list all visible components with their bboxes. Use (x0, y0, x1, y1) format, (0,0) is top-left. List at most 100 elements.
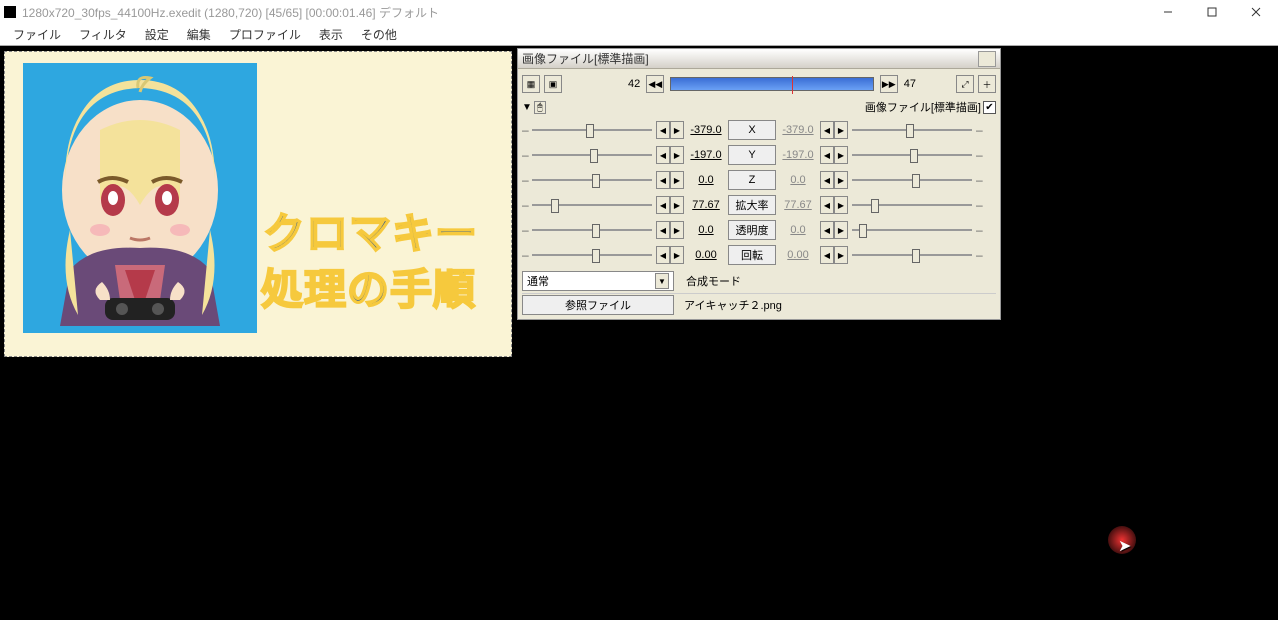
dialog-close-icon[interactable] (978, 51, 996, 67)
close-button[interactable] (1234, 0, 1278, 24)
slider-right-Y[interactable] (852, 146, 972, 164)
dash-icon: – (976, 148, 982, 162)
param-row-Y: –◀▶-197.0Y-197.0◀▶– (522, 143, 996, 167)
dash-icon: – (522, 148, 528, 162)
menu-edit[interactable]: 編集 (178, 26, 220, 43)
dash-icon: – (522, 223, 528, 237)
collapse-icon[interactable]: ▼ (522, 102, 532, 113)
maximize-button[interactable] (1190, 0, 1234, 24)
inc-left-X[interactable]: ▶ (670, 121, 684, 139)
slider-right-Z[interactable] (852, 171, 972, 189)
cursor-icon: ➤ (1118, 536, 1131, 556)
slider-left-Z[interactable] (532, 171, 652, 189)
slider-left-X[interactable] (532, 121, 652, 139)
dec-left-scale[interactable]: ◀ (656, 196, 670, 214)
object-enable-checkbox[interactable]: ✔ (983, 101, 996, 114)
dec-right-X[interactable]: ◀ (820, 121, 834, 139)
prev-frame-icon[interactable]: ◀◀ (646, 75, 664, 93)
slider-right-rotate[interactable] (852, 246, 972, 264)
reference-file-button[interactable]: 参照ファイル (522, 295, 674, 315)
value-right-alpha[interactable]: 0.0 (776, 224, 820, 236)
dec-left-X[interactable]: ◀ (656, 121, 670, 139)
param-button-alpha[interactable]: 透明度 (728, 220, 776, 240)
add-icon[interactable]: ＋ (978, 75, 996, 93)
blend-mode-value: 通常 (527, 273, 549, 289)
inc-left-Y[interactable]: ▶ (670, 146, 684, 164)
dec-left-Y[interactable]: ◀ (656, 146, 670, 164)
inc-right-Z[interactable]: ▶ (834, 171, 848, 189)
param-button-Z[interactable]: Z (728, 170, 776, 190)
inc-right-Y[interactable]: ▶ (834, 146, 848, 164)
value-right-rotate[interactable]: 0.00 (776, 249, 820, 261)
next-frame-icon[interactable]: ▶▶ (880, 75, 898, 93)
param-button-Y[interactable]: Y (728, 145, 776, 165)
dash-icon: – (976, 198, 982, 212)
dec-left-Z[interactable]: ◀ (656, 171, 670, 189)
inc-left-alpha[interactable]: ▶ (670, 221, 684, 239)
param-button-scale[interactable]: 拡大率 (728, 195, 776, 215)
menu-filter[interactable]: フィルタ (70, 26, 136, 43)
inc-right-rotate[interactable]: ▶ (834, 246, 848, 264)
frame-marker[interactable] (792, 76, 793, 94)
value-left-X[interactable]: -379.0 (684, 124, 728, 136)
dec-right-rotate[interactable]: ◀ (820, 246, 834, 264)
slider-left-alpha[interactable] (532, 221, 652, 239)
dec-right-scale[interactable]: ◀ (820, 196, 834, 214)
param-row-Z: –◀▶0.0Z0.0◀▶– (522, 168, 996, 192)
frame-bar[interactable] (670, 77, 874, 91)
dash-icon: – (976, 248, 982, 262)
inc-left-scale[interactable]: ▶ (670, 196, 684, 214)
object-type-label: 画像ファイル[標準描画] (865, 99, 981, 115)
slider-left-scale[interactable] (532, 196, 652, 214)
param-button-X[interactable]: X (728, 120, 776, 140)
dash-icon: – (976, 223, 982, 237)
inc-right-X[interactable]: ▶ (834, 121, 848, 139)
slider-right-X[interactable] (852, 121, 972, 139)
dec-left-rotate[interactable]: ◀ (656, 246, 670, 264)
dec-left-alpha[interactable]: ◀ (656, 221, 670, 239)
layer-icon-2[interactable]: ▣ (544, 75, 562, 93)
object-dialog: 画像ファイル[標準描画] ▦ ▣ 42 ◀◀ ▶▶ 47 ⤢ ＋ ▼ 🖰 (517, 48, 1001, 320)
inc-left-rotate[interactable]: ▶ (670, 246, 684, 264)
slider-left-rotate[interactable] (532, 246, 652, 264)
dash-icon: – (976, 173, 982, 187)
value-left-alpha[interactable]: 0.0 (684, 224, 728, 236)
slider-right-scale[interactable] (852, 196, 972, 214)
preview-text-1: クロマキー (263, 200, 478, 261)
slider-left-Y[interactable] (532, 146, 652, 164)
inc-right-scale[interactable]: ▶ (834, 196, 848, 214)
layer-icon-1[interactable]: ▦ (522, 75, 540, 93)
dialog-titlebar[interactable]: 画像ファイル[標準描画] (518, 49, 1000, 69)
menu-other[interactable]: その他 (352, 26, 406, 43)
value-right-Z[interactable]: 0.0 (776, 174, 820, 186)
reference-file-name: アイキャッチ２.png (684, 297, 782, 313)
menu-profile[interactable]: プロファイル (220, 26, 310, 43)
expand-icon[interactable]: ⤢ (956, 75, 974, 93)
param-button-rotate[interactable]: 回転 (728, 245, 776, 265)
value-right-scale[interactable]: 77.67 (776, 199, 820, 211)
dropdown-icon[interactable]: ▼ (655, 273, 669, 289)
inc-left-Z[interactable]: ▶ (670, 171, 684, 189)
dec-right-alpha[interactable]: ◀ (820, 221, 834, 239)
value-left-scale[interactable]: 77.67 (684, 199, 728, 211)
blend-mode-select[interactable]: 通常 ▼ (522, 271, 674, 291)
value-right-Y[interactable]: -197.0 (776, 149, 820, 161)
value-left-Z[interactable]: 0.0 (684, 174, 728, 186)
menu-display[interactable]: 表示 (310, 26, 352, 43)
inc-right-alpha[interactable]: ▶ (834, 221, 848, 239)
dec-right-Y[interactable]: ◀ (820, 146, 834, 164)
minimize-button[interactable] (1146, 0, 1190, 24)
frame-end: 47 (902, 78, 918, 90)
dec-right-Z[interactable]: ◀ (820, 171, 834, 189)
value-left-rotate[interactable]: 0.00 (684, 249, 728, 261)
value-right-X[interactable]: -379.0 (776, 124, 820, 136)
value-left-Y[interactable]: -197.0 (684, 149, 728, 161)
lock-icon[interactable]: 🖰 (534, 101, 546, 114)
preview-text-2: 処理の手順 (261, 256, 476, 317)
dash-icon: – (976, 123, 982, 137)
dash-icon: – (522, 173, 528, 187)
slider-right-alpha[interactable] (852, 221, 972, 239)
menu-settings[interactable]: 設定 (136, 26, 178, 43)
menu-file[interactable]: ファイル (4, 26, 70, 43)
dialog-title: 画像ファイル[標準描画] (522, 50, 978, 67)
